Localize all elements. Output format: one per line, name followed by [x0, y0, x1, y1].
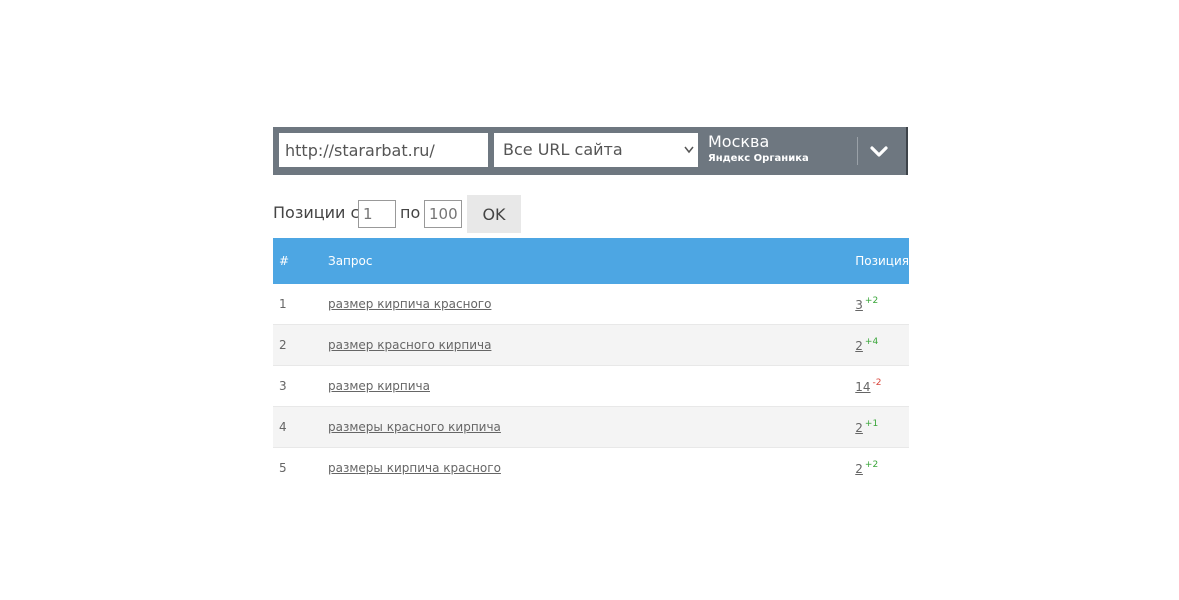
- position-change: +2: [864, 296, 879, 306]
- query-cell: размер красного кирпича: [328, 324, 856, 366]
- query-cell: размеры кирпича красного: [328, 448, 855, 489]
- position-change: -2: [872, 378, 882, 388]
- position-link[interactable]: 2: [855, 462, 863, 476]
- site-url-input[interactable]: [279, 133, 488, 167]
- url-scope-select[interactable]: Все URL сайта: [494, 133, 698, 167]
- row-number: 5: [279, 461, 287, 475]
- table-header-row: # Запрос Позиция: [273, 238, 909, 284]
- positions-table: # Запрос Позиция 1 размер кирпича красног…: [273, 238, 909, 488]
- query-link[interactable]: размер красного кирпича: [328, 338, 491, 352]
- position-link[interactable]: 2: [855, 421, 863, 435]
- position-cell: 2 +1: [855, 406, 909, 448]
- expand-button[interactable]: [861, 133, 897, 169]
- query-cell: размер кирпича красного: [328, 284, 856, 325]
- ok-button[interactable]: OK: [467, 195, 521, 233]
- table-row: 3 размер кирпича 14 -2: [273, 365, 909, 407]
- query-link[interactable]: размер кирпича красного: [328, 297, 491, 311]
- divider: [857, 137, 858, 165]
- header-num: #: [273, 238, 328, 284]
- row-number: 2: [273, 324, 328, 366]
- region-selector[interactable]: Москва Яндекс Органика: [708, 132, 809, 165]
- table-row: 4 размеры красного кирпича 2 +1: [273, 406, 909, 448]
- url-scope-selected-value: Все URL сайта: [503, 140, 623, 159]
- position-change: +2: [864, 460, 879, 470]
- range-from-label: Позиции с: [273, 203, 360, 222]
- query-link[interactable]: размеры красного кирпича: [328, 420, 501, 434]
- position-cell: 14 -2: [855, 365, 909, 407]
- query-cell: размеры красного кирпича: [328, 406, 856, 448]
- table-row: 2 размер красного кирпича 2 +4: [273, 324, 909, 366]
- position-cell: 2 +2: [855, 448, 909, 489]
- positions-widget: Все URL сайта Москва Яндекс Органика Поз…: [273, 127, 909, 476]
- position-change: +1: [864, 419, 879, 429]
- position-cell: 2 +4: [855, 324, 909, 366]
- header-query: Запрос: [328, 238, 856, 284]
- position-link[interactable]: 3: [855, 298, 863, 312]
- region-city: Москва: [708, 132, 770, 151]
- position-change: +4: [864, 337, 879, 347]
- position-cell: 3 +2: [855, 284, 909, 325]
- row-number: 1: [273, 284, 328, 325]
- table-row: 5 размеры кирпича красного 2 +2: [273, 448, 909, 489]
- query-cell: размер кирпича: [328, 365, 856, 407]
- query-link[interactable]: размер кирпича: [328, 379, 430, 393]
- query-link[interactable]: размеры кирпича красного: [328, 461, 501, 475]
- table-row: 1 размер кирпича красного 3 +2: [273, 284, 909, 325]
- position-link[interactable]: 14: [855, 380, 870, 394]
- row-number: 3: [273, 365, 328, 407]
- range-from-input[interactable]: [358, 200, 396, 228]
- filter-bar: Все URL сайта Москва Яндекс Органика: [273, 127, 908, 175]
- range-to-label: по: [400, 203, 421, 222]
- row-number: 4: [273, 406, 328, 448]
- header-position: Позиция: [855, 238, 909, 284]
- chevron-down-icon: [870, 146, 888, 157]
- chevron-down-icon: [684, 146, 694, 154]
- search-engine-label: Яндекс Органика: [708, 153, 809, 164]
- range-to-input[interactable]: [424, 200, 462, 228]
- position-link[interactable]: 2: [855, 339, 863, 353]
